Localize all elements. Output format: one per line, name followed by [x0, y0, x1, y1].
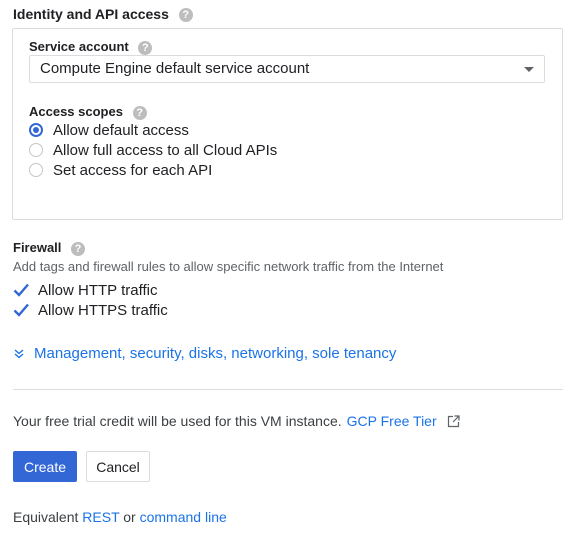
radio-label: Allow default access [53, 121, 189, 139]
radio-button-selected[interactable] [29, 123, 43, 137]
divider [13, 389, 563, 390]
help-icon[interactable]: ? [138, 40, 153, 55]
firewall-title-text: Firewall [13, 240, 62, 255]
chevron-down-icon [14, 348, 24, 358]
access-scopes-label: Access scopes ? [29, 104, 147, 120]
identity-title-text: Identity and API access [13, 6, 169, 22]
firewall-description: Add tags and firewall rules to allow spe… [13, 259, 444, 274]
access-scopes-label-text: Access scopes [29, 104, 123, 119]
radio-button[interactable] [29, 143, 43, 157]
radio-allow-default-access[interactable]: Allow default access [29, 120, 189, 140]
radio-label: Allow full access to all Cloud APIs [53, 141, 278, 159]
trial-text: Your free trial credit will be used for … [13, 413, 342, 429]
checkbox-label: Allow HTTPS traffic [38, 301, 168, 319]
create-button[interactable]: Create [13, 451, 77, 482]
command-line-link[interactable]: command line [140, 509, 227, 525]
equivalent-prefix: Equivalent [13, 509, 79, 525]
management-link-text: Management, security, disks, networking,… [34, 345, 397, 362]
radio-button[interactable] [29, 163, 43, 177]
cancel-button[interactable]: Cancel [86, 451, 150, 482]
checkbox-allow-https[interactable]: Allow HTTPS traffic [13, 300, 168, 320]
caret-down-icon [524, 67, 534, 72]
checkbox-allow-http[interactable]: Allow HTTP traffic [13, 280, 157, 300]
radio-label: Set access for each API [53, 161, 213, 179]
checkmark-icon[interactable] [13, 302, 29, 318]
service-account-select[interactable]: Compute Engine default service account [29, 55, 545, 83]
service-account-label: Service account ? [29, 39, 153, 55]
help-icon[interactable]: ? [71, 241, 86, 256]
trial-notice: Your free trial credit will be used for … [13, 413, 460, 429]
equivalent-or: or [123, 509, 136, 525]
help-icon[interactable]: ? [132, 105, 147, 120]
checkbox-label: Allow HTTP traffic [38, 281, 158, 299]
help-icon[interactable]: ? [178, 8, 193, 23]
equivalent-line: Equivalent REST or command line [13, 509, 227, 525]
radio-allow-full-access[interactable]: Allow full access to all Cloud APIs [29, 140, 277, 160]
checkmark-icon[interactable] [13, 282, 29, 298]
radio-set-access-each-api[interactable]: Set access for each API [29, 160, 212, 180]
external-link-icon[interactable] [447, 414, 460, 428]
service-account-label-text: Service account [29, 39, 129, 54]
firewall-section-title: Firewall ? [13, 240, 86, 256]
management-expand-link[interactable]: Management, security, disks, networking,… [13, 345, 396, 362]
identity-section-title: Identity and API access ? [13, 6, 193, 23]
gcp-free-tier-link[interactable]: GCP Free Tier [347, 413, 437, 429]
rest-link[interactable]: REST [82, 509, 119, 525]
service-account-value: Compute Engine default service account [40, 60, 310, 77]
